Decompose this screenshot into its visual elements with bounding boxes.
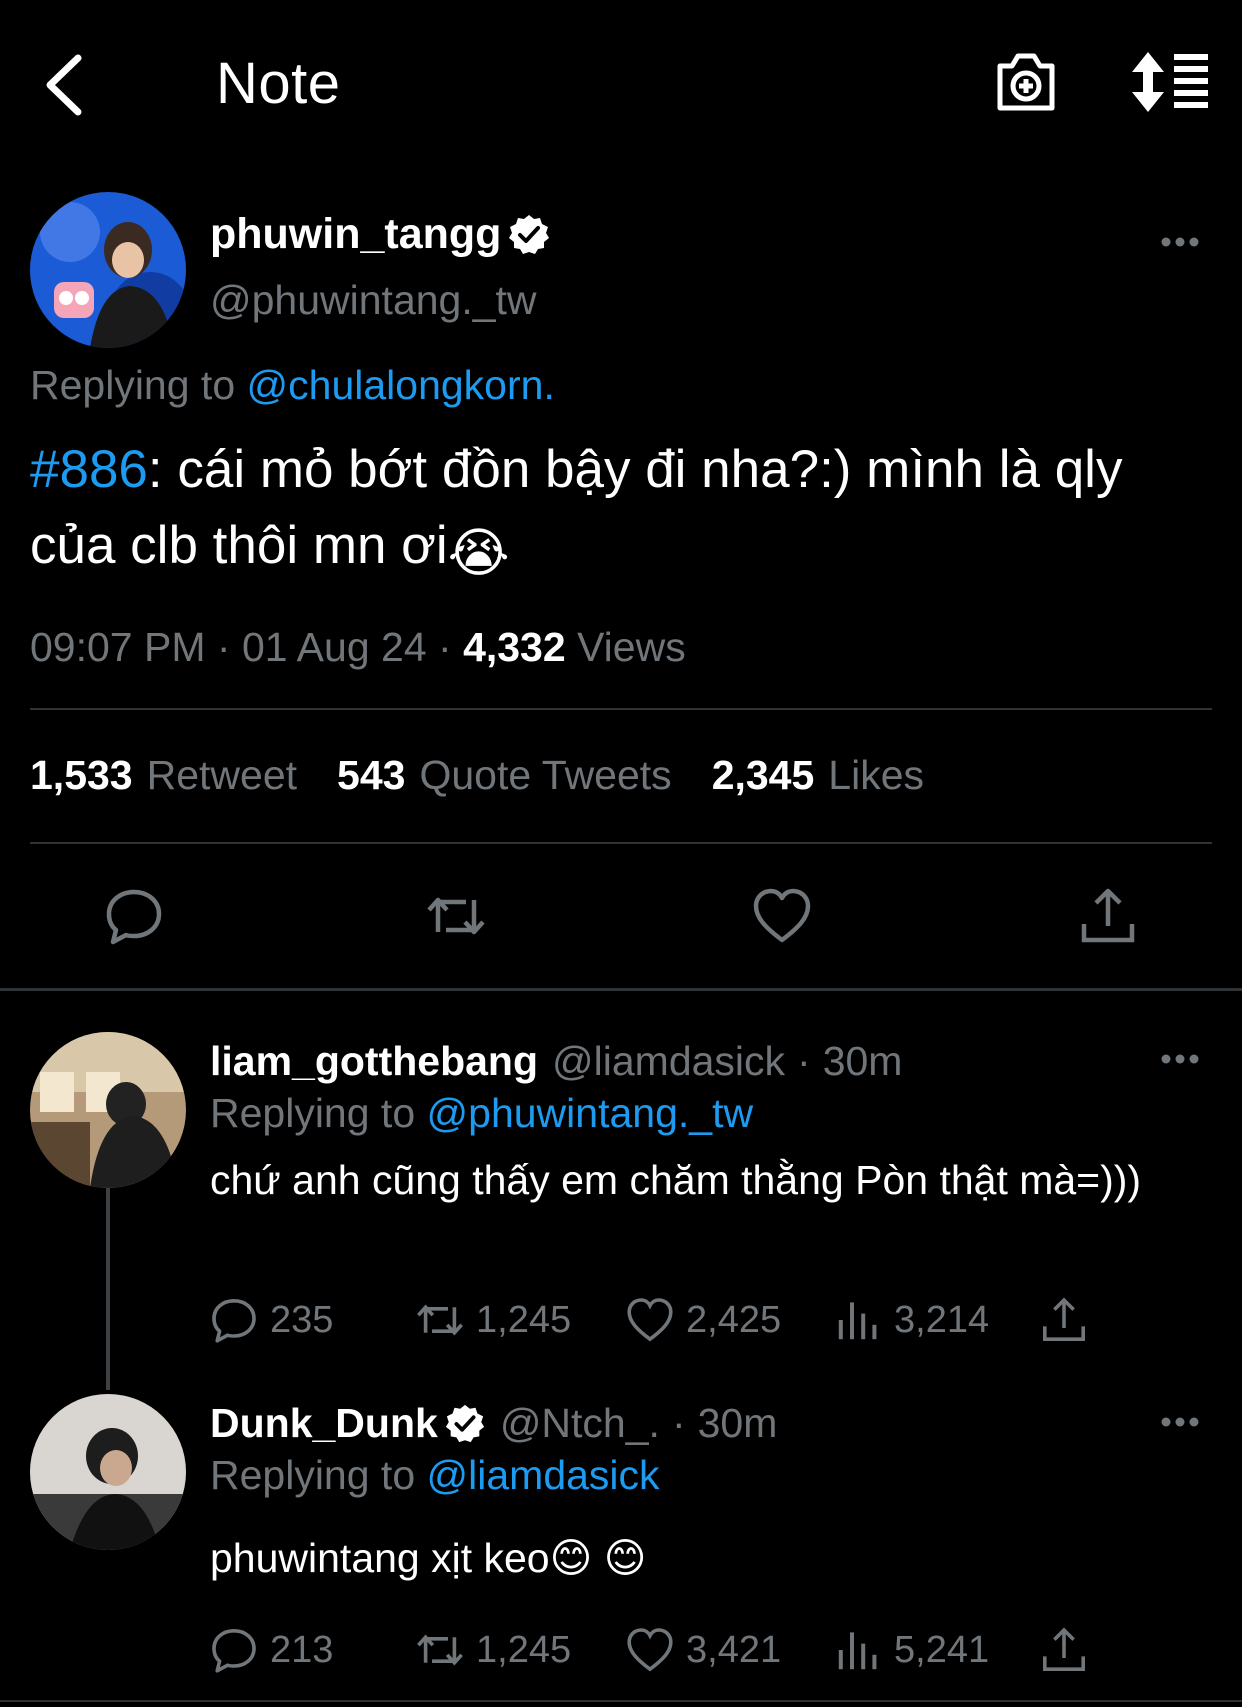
- add-photo-icon[interactable]: [994, 48, 1058, 114]
- retweet-icon: [417, 1304, 463, 1336]
- like-button[interactable]: 2,425: [626, 1296, 781, 1344]
- like-heart-icon: [627, 1298, 673, 1342]
- reply-handle[interactable]: @liamdasick: [552, 1038, 785, 1085]
- divider: [0, 1700, 1242, 1702]
- reply-body: phuwintang xịt keo: [210, 1535, 550, 1581]
- likes-count: 2,345: [711, 752, 815, 798]
- like-button[interactable]: 3,421: [626, 1626, 781, 1674]
- views-label: Views: [577, 624, 686, 670]
- retweet-button[interactable]: 1,245: [416, 1296, 571, 1344]
- tweet-meta: 09:07 PM · 01 Aug 24 · 4,332 Views: [30, 624, 686, 670]
- views-count: 3,214: [894, 1298, 990, 1341]
- replying-to-link[interactable]: @liamdasick: [427, 1452, 660, 1498]
- reply-count: 235: [270, 1298, 334, 1341]
- quotes-stat[interactable]: 543 Quote Tweets: [337, 752, 672, 799]
- tweet-body: : cái mỏ bớt đồn bậy đi nha?:) mình là q…: [30, 440, 1123, 575]
- tweet-time: 09:07 PM: [30, 624, 206, 670]
- tweet-text: #886: cái mỏ bớt đồn bậy đi nha?:) mình …: [30, 432, 1220, 592]
- retweet-button[interactable]: 1,245: [416, 1626, 571, 1674]
- reply-replying-to: Replying to @liamdasick: [210, 1452, 660, 1499]
- tweet-detail-screen: Note phuwin_tangg @phuwintang._tw Replyi…: [0, 0, 1242, 1707]
- like-heart-icon[interactable]: [752, 886, 812, 946]
- replying-to-link[interactable]: @phuwintang._tw: [427, 1090, 754, 1136]
- author-avatar[interactable]: [30, 192, 186, 348]
- replying-to-prefix: Replying to: [210, 1452, 416, 1498]
- retweet-count: 1,245: [476, 1298, 572, 1341]
- section-divider: [0, 988, 1242, 991]
- reply-action-bar: 235 1,245 2,425 3,214: [210, 1296, 1110, 1346]
- replying-to-prefix: Replying to: [30, 362, 236, 408]
- retweet-icon: [417, 1634, 463, 1666]
- verified-badge-icon: [445, 1404, 484, 1442]
- sort-order-icon[interactable]: [1130, 50, 1210, 114]
- views-button[interactable]: 5,241: [834, 1626, 989, 1674]
- replying-to-link[interactable]: @chulalongkorn.: [247, 362, 555, 408]
- more-options-icon[interactable]: [1160, 1416, 1200, 1428]
- tweet-date: 01 Aug 24: [241, 624, 427, 670]
- reply-handle[interactable]: @Ntch_.: [500, 1400, 660, 1447]
- author-name-row[interactable]: phuwin_tangg: [210, 210, 551, 259]
- divider: [30, 842, 1212, 844]
- replying-to: Replying to @chulalongkorn.: [30, 362, 555, 409]
- reply-avatar[interactable]: [30, 1394, 186, 1550]
- likes-stat[interactable]: 2,345 Likes: [712, 752, 924, 799]
- smile-emoji: 😊 😊: [549, 1535, 647, 1581]
- more-options-icon[interactable]: [1160, 1053, 1200, 1065]
- reply-text: phuwintang xịt keo😊 😊: [210, 1532, 1210, 1584]
- like-count: 3,421: [686, 1628, 782, 1671]
- retweets-label: Retweet: [146, 752, 298, 798]
- reply-button[interactable]: 213: [210, 1626, 333, 1674]
- crying-emoji: 😭: [447, 524, 510, 583]
- retweet-count: 1,245: [476, 1628, 572, 1671]
- reply-time: 30m: [697, 1400, 778, 1446]
- reply-display-name[interactable]: liam_gotthebang: [210, 1038, 538, 1085]
- hashtag-link[interactable]: #886: [30, 440, 148, 499]
- reply-action-bar: 213 1,245 3,421 5,241: [210, 1626, 1110, 1676]
- retweets-stat[interactable]: 1,533 Retweet: [30, 752, 297, 799]
- reply-icon: [212, 1299, 256, 1343]
- reply-count: 213: [270, 1628, 334, 1671]
- separator-dot: ·: [797, 1038, 811, 1084]
- share-button[interactable]: [1040, 1626, 1100, 1674]
- back-arrow-icon[interactable]: [40, 52, 90, 118]
- reply-header: liam_gotthebang @liamdasick · 30m: [210, 1038, 902, 1085]
- retweets-count: 1,533: [30, 752, 133, 798]
- reply-avatar[interactable]: [30, 1032, 186, 1188]
- separator-dot: ·: [671, 1400, 686, 1446]
- likes-label: Likes: [828, 752, 925, 798]
- share-icon: [1043, 1297, 1085, 1341]
- quotes-label: Quote Tweets: [419, 752, 672, 798]
- reply-icon: [212, 1629, 256, 1673]
- share-icon: [1043, 1627, 1085, 1671]
- reply-replying-to: Replying to @phuwintang._tw: [210, 1090, 753, 1137]
- retweet-icon[interactable]: [426, 886, 486, 946]
- author-display-name[interactable]: phuwin_tangg: [210, 210, 501, 259]
- views-chart-icon: [838, 1632, 877, 1670]
- top-bar: Note: [0, 0, 1242, 160]
- like-count: 2,425: [686, 1298, 782, 1341]
- views-count: 5,241: [894, 1628, 990, 1671]
- views-button[interactable]: 3,214: [834, 1296, 989, 1344]
- replying-to-prefix: Replying to: [210, 1090, 416, 1136]
- page-title: Note: [216, 51, 341, 116]
- thread-line: [106, 1188, 110, 1390]
- reply-text: chứ anh cũng thấy em chăm thằng Pòn thật…: [210, 1157, 1142, 1203]
- reply-button[interactable]: 235: [210, 1296, 333, 1344]
- quotes-count: 543: [337, 752, 406, 798]
- share-icon[interactable]: [1078, 886, 1138, 946]
- like-heart-icon: [627, 1628, 673, 1672]
- reply-time: 30m: [822, 1038, 903, 1084]
- views-count: 4,332: [463, 624, 566, 670]
- reply-display-name[interactable]: Dunk_Dunk: [210, 1400, 438, 1447]
- reply-icon[interactable]: [104, 886, 164, 946]
- tweet-stats: 1,533 Retweet 543 Quote Tweets 2,345 Likes: [30, 752, 924, 799]
- share-button[interactable]: [1040, 1296, 1100, 1344]
- author-handle[interactable]: @phuwintang._tw: [210, 277, 537, 324]
- verified-badge-icon: [509, 214, 550, 254]
- reply-header: Dunk_Dunk @Ntch_. · 30m: [210, 1400, 777, 1447]
- divider: [30, 708, 1212, 710]
- views-chart-icon: [838, 1302, 877, 1340]
- more-options-icon[interactable]: [1160, 236, 1200, 248]
